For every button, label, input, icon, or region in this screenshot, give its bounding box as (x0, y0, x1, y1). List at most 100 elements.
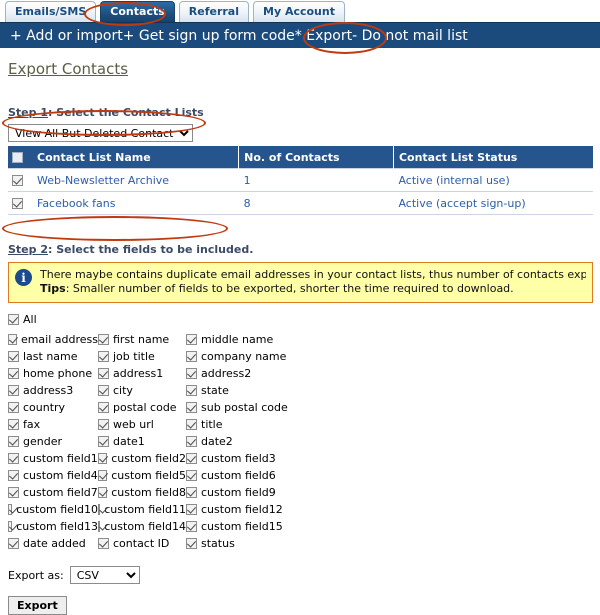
field-checkbox-custom-field14[interactable]: custom field14 (98, 520, 186, 533)
checkbox[interactable] (8, 504, 13, 515)
field-checkbox-custom-field2[interactable]: custom field2 (98, 452, 186, 465)
field-checkbox-middle-name[interactable]: middle name (186, 333, 346, 346)
field-checkbox-custom-field15[interactable]: custom field15 (186, 520, 346, 533)
tab-referral[interactable]: Referral (178, 1, 249, 22)
field-checkbox-custom-field7[interactable]: custom field7 (8, 486, 98, 499)
checkbox[interactable] (98, 334, 109, 345)
field-checkbox-all[interactable]: All (8, 312, 98, 326)
field-checkbox-date2[interactable]: date2 (186, 435, 346, 448)
field-checkbox-custom-field9[interactable]: custom field9 (186, 486, 346, 499)
field-checkbox-address1[interactable]: address1 (98, 367, 186, 380)
field-checkbox-status[interactable]: status (186, 537, 346, 550)
field-checkbox-email-address[interactable]: email address (8, 333, 98, 346)
checkbox[interactable] (98, 385, 109, 396)
checkbox[interactable] (8, 487, 19, 498)
checkbox[interactable] (98, 521, 101, 532)
field-checkbox-custom-field3[interactable]: custom field3 (186, 452, 346, 465)
checkbox[interactable] (98, 470, 108, 481)
field-checkbox-custom-field11[interactable]: custom field11 (98, 503, 186, 516)
field-checkbox-gender[interactable]: gender (8, 435, 98, 448)
export-button[interactable]: Export (8, 596, 67, 615)
checkbox[interactable] (186, 368, 197, 379)
nav-item-add-or-import[interactable]: + Add or import (10, 28, 123, 44)
checkbox[interactable] (186, 504, 197, 515)
nav-item-get-sign-up-form-code[interactable]: + Get sign up form code (123, 28, 295, 44)
checkbox[interactable] (186, 470, 197, 481)
checkbox[interactable] (98, 453, 108, 464)
checkbox[interactable] (98, 436, 109, 447)
checkbox[interactable] (186, 402, 197, 413)
checkbox[interactable] (98, 538, 109, 549)
checkbox[interactable] (8, 453, 19, 464)
field-checkbox-last-name[interactable]: last name (8, 350, 98, 363)
field-checkbox-sub-postal-code[interactable]: sub postal code (186, 401, 346, 414)
field-checkbox-web-url[interactable]: web url (98, 418, 186, 431)
field-checkbox-custom-field6[interactable]: custom field6 (186, 469, 346, 482)
field-checkbox-contact-id[interactable]: contact ID (98, 536, 186, 550)
field-checkbox-first-name[interactable]: first name (98, 333, 186, 346)
checkbox[interactable] (186, 334, 197, 345)
checkbox[interactable] (98, 487, 108, 498)
checkbox[interactable] (186, 521, 197, 532)
field-checkbox-custom-field4[interactable]: custom field4 (8, 469, 98, 482)
checkbox[interactable] (186, 419, 197, 430)
checkbox[interactable] (186, 487, 197, 498)
field-checkbox-date-added[interactable]: date added (8, 537, 98, 550)
field-checkbox-custom-field13[interactable]: custom field13 (8, 520, 98, 533)
field-label-all: All (23, 312, 37, 326)
checkbox[interactable] (98, 504, 101, 515)
checkbox[interactable] (186, 436, 197, 447)
field-checkbox-country[interactable]: country (8, 401, 98, 414)
field-checkbox-date1[interactable]: date1 (98, 435, 186, 448)
checkbox[interactable] (98, 419, 109, 430)
field-checkbox-home-phone[interactable]: home phone (8, 367, 98, 380)
export-format-select[interactable]: CSV (69, 566, 140, 584)
field-checkbox-job-title[interactable]: job title (98, 350, 186, 363)
checkbox[interactable] (8, 368, 19, 379)
field-checkbox-fax[interactable]: fax (8, 418, 98, 431)
nav-item-export[interactable]: * Export (295, 28, 352, 44)
checkbox[interactable] (8, 419, 19, 430)
row-select-checkbox[interactable] (12, 197, 23, 209)
checkbox[interactable] (8, 402, 19, 413)
field-checkbox-custom-field5[interactable]: custom field5 (98, 469, 186, 482)
select-all-checkbox[interactable] (12, 151, 23, 163)
field-checkbox-custom-field8[interactable]: custom field8 (98, 486, 186, 499)
checkbox[interactable] (8, 521, 13, 532)
tab-emails-sms[interactable]: Emails/SMS (5, 1, 97, 22)
checkbox[interactable] (186, 385, 197, 396)
header-no-of-contacts[interactable]: No. of Contacts (238, 146, 394, 169)
field-checkbox-custom-field10[interactable]: custom field10 (8, 503, 98, 516)
checkbox[interactable] (8, 470, 19, 481)
field-label: contact ID (113, 536, 170, 550)
row-select-checkbox[interactable] (12, 174, 23, 186)
field-checkbox-postal-code[interactable]: postal code (98, 401, 186, 414)
field-checkbox-address2[interactable]: address2 (186, 367, 346, 380)
nav-item-do-not-mail-list[interactable]: - Do not mail list (352, 28, 468, 44)
checkbox[interactable] (8, 351, 19, 362)
checkbox[interactable] (98, 351, 109, 362)
header-contact-list-status[interactable]: Contact List Status (393, 146, 593, 169)
checkbox[interactable] (186, 538, 197, 549)
checkbox[interactable] (98, 402, 109, 413)
field-checkbox-address3[interactable]: address3 (8, 384, 98, 397)
checkbox[interactable] (186, 351, 197, 362)
field-checkbox-custom-field12[interactable]: custom field12 (186, 503, 346, 516)
checkbox[interactable] (8, 538, 19, 549)
cell-contact-list-name: Web-Newsletter Archive (32, 168, 239, 192)
field-checkbox-company-name[interactable]: company name (186, 350, 346, 363)
checkbox[interactable] (8, 334, 17, 345)
checkbox[interactable] (98, 368, 109, 379)
field-checkbox-custom-field1[interactable]: custom field1 (8, 452, 98, 465)
checkbox[interactable] (186, 453, 197, 464)
field-checkbox-title[interactable]: title (186, 418, 346, 431)
contact-list-filter-select[interactable]: View All But Deleted Contact Lists (8, 124, 193, 142)
tab-my-account[interactable]: My Account (253, 1, 345, 22)
checkbox[interactable] (8, 436, 19, 447)
field-checkbox-state[interactable]: state (186, 384, 346, 397)
checkbox-all[interactable] (8, 314, 19, 325)
header-contact-list-name[interactable]: Contact List Name (32, 146, 240, 169)
tab-contacts[interactable]: Contacts (100, 1, 175, 22)
checkbox[interactable] (8, 385, 19, 396)
field-checkbox-city[interactable]: city (98, 384, 186, 397)
